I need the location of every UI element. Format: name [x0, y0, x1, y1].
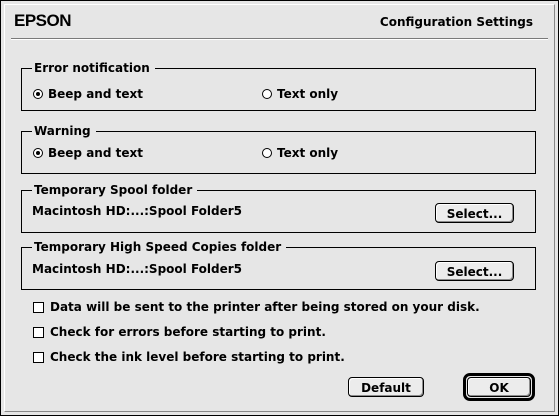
warning-beep-radio[interactable]: [33, 148, 43, 158]
spool-folder-group: Temporary Spool folder Macintosh HD:...:…: [21, 182, 536, 233]
copies-folder-path: Macintosh HD:...:Spool Folder5: [32, 262, 243, 276]
header-divider: [11, 38, 548, 40]
warning-textonly-option[interactable]: Text only: [262, 146, 338, 160]
error-textonly-radio[interactable]: [262, 89, 272, 99]
check-ink-label: Check the ink level before starting to p…: [50, 350, 345, 364]
ok-button[interactable]: OK: [467, 377, 531, 397]
check-errors-label: Check for errors before starting to prin…: [50, 325, 326, 339]
error-notification-group: Error notification Beep and text Text on…: [21, 60, 536, 111]
warning-legend: Warning: [32, 123, 96, 139]
error-textonly-option[interactable]: Text only: [262, 87, 338, 101]
default-button[interactable]: Default: [348, 377, 424, 397]
warning-textonly-radio[interactable]: [262, 148, 272, 158]
check-ink-checkbox[interactable]: [33, 351, 44, 363]
option-check-ink[interactable]: Check the ink level before starting to p…: [33, 350, 345, 364]
check-errors-checkbox[interactable]: [33, 326, 44, 338]
option-store-on-disk[interactable]: Data will be sent to the printer after b…: [33, 300, 480, 314]
copies-folder-group: Temporary High Speed Copies folder Macin…: [21, 239, 536, 290]
spool-folder-legend: Temporary Spool folder: [32, 182, 198, 198]
option-check-errors[interactable]: Check for errors before starting to prin…: [33, 325, 326, 339]
error-notification-legend: Error notification: [32, 60, 155, 76]
error-beep-radio[interactable]: [33, 89, 43, 99]
configuration-dialog: EPSON Configuration Settings Error notif…: [0, 0, 559, 416]
copies-folder-legend: Temporary High Speed Copies folder: [32, 239, 287, 255]
error-textonly-label: Text only: [277, 87, 339, 101]
store-on-disk-label: Data will be sent to the printer after b…: [50, 300, 480, 314]
warning-beep-option[interactable]: Beep and text: [33, 146, 143, 160]
warning-textonly-label: Text only: [277, 146, 339, 160]
spool-folder-path: Macintosh HD:...:Spool Folder5: [32, 204, 243, 218]
dialog-title: Configuration Settings: [379, 15, 533, 29]
spool-select-button[interactable]: Select...: [435, 203, 514, 223]
store-on-disk-checkbox[interactable]: [33, 301, 44, 313]
error-beep-option[interactable]: Beep and text: [33, 87, 143, 101]
warning-beep-label: Beep and text: [48, 146, 143, 160]
warning-group: Warning Beep and text Text only: [21, 123, 536, 174]
copies-select-button[interactable]: Select...: [435, 261, 514, 281]
error-beep-label: Beep and text: [48, 87, 143, 101]
epson-logo: EPSON: [14, 11, 72, 30]
